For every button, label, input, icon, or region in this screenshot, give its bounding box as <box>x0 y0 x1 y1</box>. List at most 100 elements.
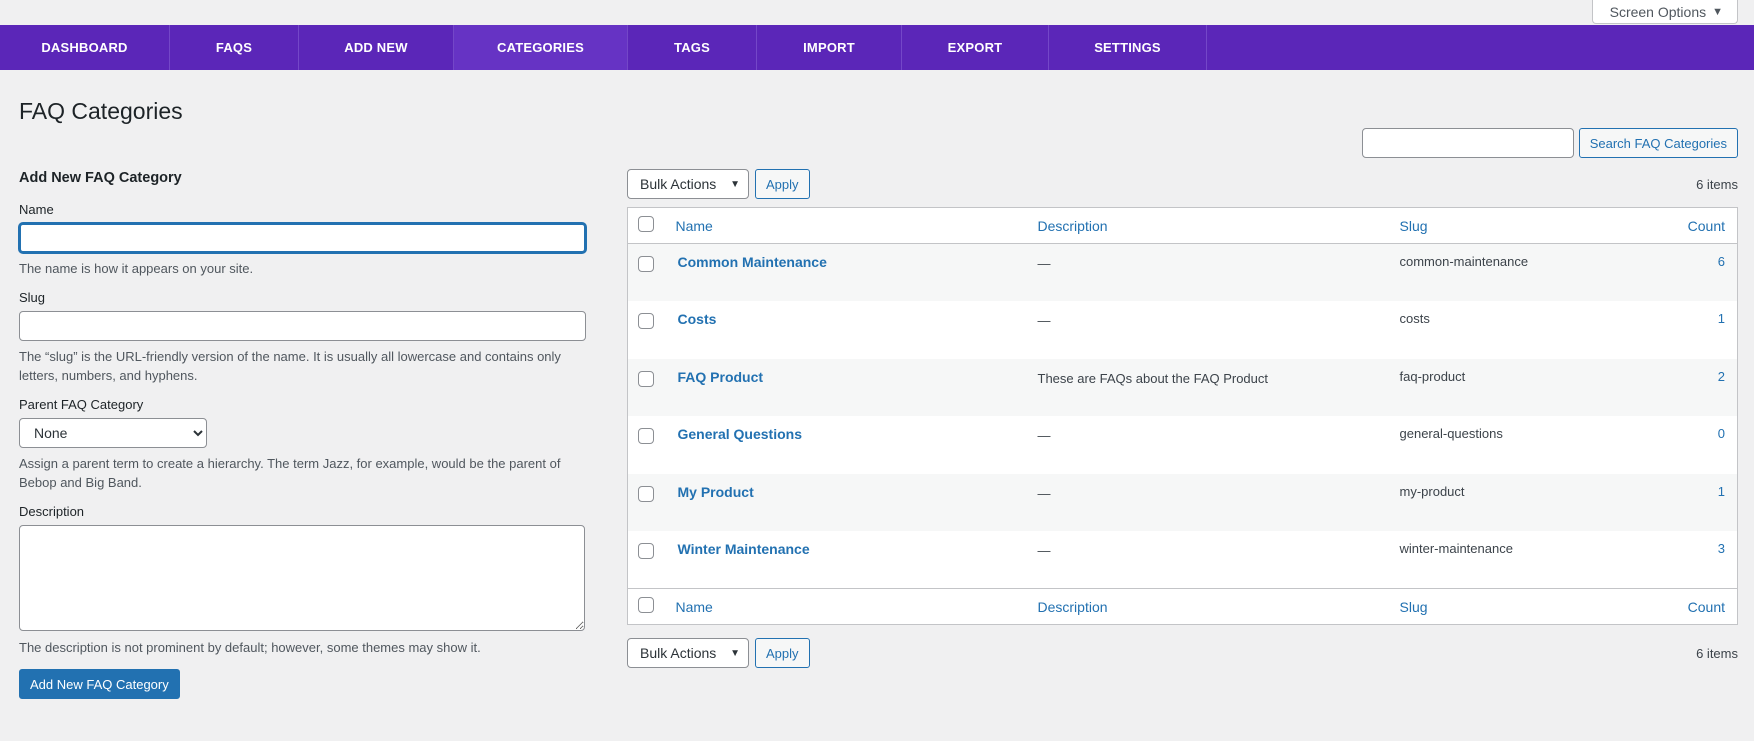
table-footer-row: Name Description Slug Count <box>627 588 1738 625</box>
bulk-actions-select[interactable]: Bulk Actions ▼ <box>627 169 749 199</box>
row-name-link[interactable]: Winter Maintenance <box>678 541 810 557</box>
row-name-link[interactable]: FAQ Product <box>678 369 764 385</box>
row-slug: general-questions <box>1399 426 1503 441</box>
parent-field-group: Parent FAQ Category None Assign a parent… <box>19 397 586 492</box>
row-slug: faq-product <box>1399 368 1466 384</box>
sort-slug-link[interactable]: Slug <box>1400 218 1428 234</box>
parent-select[interactable]: None <box>19 418 207 448</box>
table-row: Costs — costs 1 <box>628 301 1738 359</box>
row-name-link[interactable]: General Questions <box>678 426 802 442</box>
sort-count-link[interactable]: Count <box>1688 599 1725 615</box>
column-header-description[interactable]: Description <box>1029 207 1392 244</box>
row-description: — <box>1037 256 1051 271</box>
nav-settings[interactable]: SETTINGS <box>1049 25 1207 70</box>
row-slug: common-maintenance <box>1399 254 1529 269</box>
apply-button[interactable]: Apply <box>755 169 810 199</box>
nav-dashboard[interactable]: DASHBOARD <box>0 25 170 70</box>
search-input[interactable] <box>1361 128 1574 158</box>
row-name-link[interactable]: My Product <box>678 484 754 500</box>
bulk-actions-label: Bulk Actions <box>640 645 717 661</box>
row-count-link[interactable]: 3 <box>1718 541 1725 556</box>
name-help: The name is how it appears on your site. <box>19 261 254 276</box>
apply-button-bottom[interactable]: Apply <box>755 638 810 668</box>
sort-name-link[interactable]: Name <box>676 218 713 234</box>
slug-input[interactable] <box>19 311 586 341</box>
tablenav-bottom: Bulk Actions ▼ Apply 6 items <box>627 638 1738 668</box>
bulk-actions-select-bottom[interactable]: Bulk Actions ▼ <box>627 638 749 668</box>
table-row: Common Maintenance — common-maintenance … <box>627 243 1738 302</box>
row-checkbox-cell <box>628 474 668 532</box>
row-count-link[interactable]: 2 <box>1718 369 1725 384</box>
sort-slug-link[interactable]: Slug <box>1400 599 1428 615</box>
description-textarea[interactable] <box>19 525 585 631</box>
column-header-count[interactable]: Count <box>1661 207 1738 244</box>
nav-add-new[interactable]: ADD NEW <box>299 25 454 70</box>
row-slug: my-product <box>1399 483 1465 499</box>
sort-name-link[interactable]: Name <box>676 599 713 615</box>
row-name-link[interactable]: Common Maintenance <box>678 254 827 270</box>
slug-help: The “slug” is the URL-friendly version o… <box>19 349 561 383</box>
row-checkbox[interactable] <box>638 313 654 329</box>
row-checkbox-cell <box>628 301 668 359</box>
row-count-link[interactable]: 6 <box>1718 254 1725 269</box>
row-checkbox-cell <box>628 531 668 589</box>
screen-options-label: Screen Options <box>1609 3 1707 20</box>
select-all-checkbox[interactable] <box>638 216 654 232</box>
column-header-name[interactable]: Name <box>667 207 1030 244</box>
name-input[interactable] <box>19 223 586 253</box>
row-name-cell: My Product <box>668 474 1030 532</box>
row-count-cell: 1 <box>1662 474 1738 532</box>
row-count-cell: 6 <box>1662 244 1738 302</box>
row-count-cell: 2 <box>1662 359 1738 417</box>
chevron-down-icon: ▼ <box>730 647 740 659</box>
row-checkbox[interactable] <box>638 256 654 272</box>
sort-description-link[interactable]: Description <box>1038 218 1108 234</box>
row-checkbox[interactable] <box>638 485 654 502</box>
column-header-slug[interactable]: Slug <box>1391 207 1662 244</box>
page-title: FAQ Categories <box>19 98 183 124</box>
footer-header-name[interactable]: Name <box>667 588 1030 625</box>
nav-tags[interactable]: TAGS <box>628 25 757 70</box>
nav-categories[interactable]: CATEGORIES <box>454 25 628 70</box>
row-description: — <box>1037 313 1051 328</box>
footer-header-count[interactable]: Count <box>1661 588 1738 625</box>
row-count-link[interactable]: 1 <box>1718 311 1725 326</box>
row-count-cell: 1 <box>1662 301 1738 359</box>
description-field-group: Description The description is not promi… <box>19 504 586 657</box>
items-count: 6 items <box>1696 176 1738 192</box>
caret-down-icon: ▼ <box>1712 5 1723 18</box>
table-header-row: Name Description Slug Count <box>627 207 1738 244</box>
sort-description-link[interactable]: Description <box>1038 599 1108 615</box>
items-count-bottom: 6 items <box>1696 645 1738 661</box>
select-all-cell <box>627 207 668 244</box>
footer-header-slug[interactable]: Slug <box>1391 588 1662 625</box>
row-count-cell: 3 <box>1662 531 1738 589</box>
nav-export[interactable]: EXPORT <box>902 25 1049 70</box>
form-heading: Add New FAQ Category <box>19 170 182 186</box>
row-name-link[interactable]: Costs <box>678 311 717 327</box>
row-name-cell: Costs <box>668 301 1030 359</box>
row-checkbox[interactable] <box>638 543 654 559</box>
sort-count-link[interactable]: Count <box>1688 218 1725 234</box>
nav-faqs[interactable]: FAQS <box>170 25 299 70</box>
add-category-button[interactable]: Add New FAQ Category <box>19 669 180 699</box>
bulk-actions-label: Bulk Actions <box>640 176 717 192</box>
footer-header-description[interactable]: Description <box>1029 588 1392 625</box>
row-name-cell: FAQ Product <box>668 359 1030 417</box>
search-button[interactable]: Search FAQ Categories <box>1578 128 1738 158</box>
row-count-link[interactable]: 1 <box>1718 484 1725 499</box>
row-checkbox[interactable] <box>638 370 654 387</box>
row-name-cell: Common Maintenance <box>668 244 1030 302</box>
description-help: The description is not prominent by defa… <box>19 640 481 655</box>
row-description: — <box>1037 543 1051 558</box>
select-all-checkbox-footer[interactable] <box>638 597 654 613</box>
row-count-link[interactable]: 0 <box>1718 426 1725 441</box>
row-name-cell: General Questions <box>668 416 1030 474</box>
screen-options-toggle[interactable]: Screen Options ▼ <box>1591 0 1738 24</box>
nav-import[interactable]: IMPORT <box>757 25 902 70</box>
row-description: These are FAQs about the FAQ Product <box>1037 370 1269 386</box>
row-description: — <box>1037 428 1051 443</box>
plugin-top-nav: DASHBOARD FAQS ADD NEW CATEGORIES TAGS I… <box>0 25 1754 70</box>
row-checkbox[interactable] <box>638 428 654 444</box>
row-checkbox-cell <box>628 416 668 474</box>
